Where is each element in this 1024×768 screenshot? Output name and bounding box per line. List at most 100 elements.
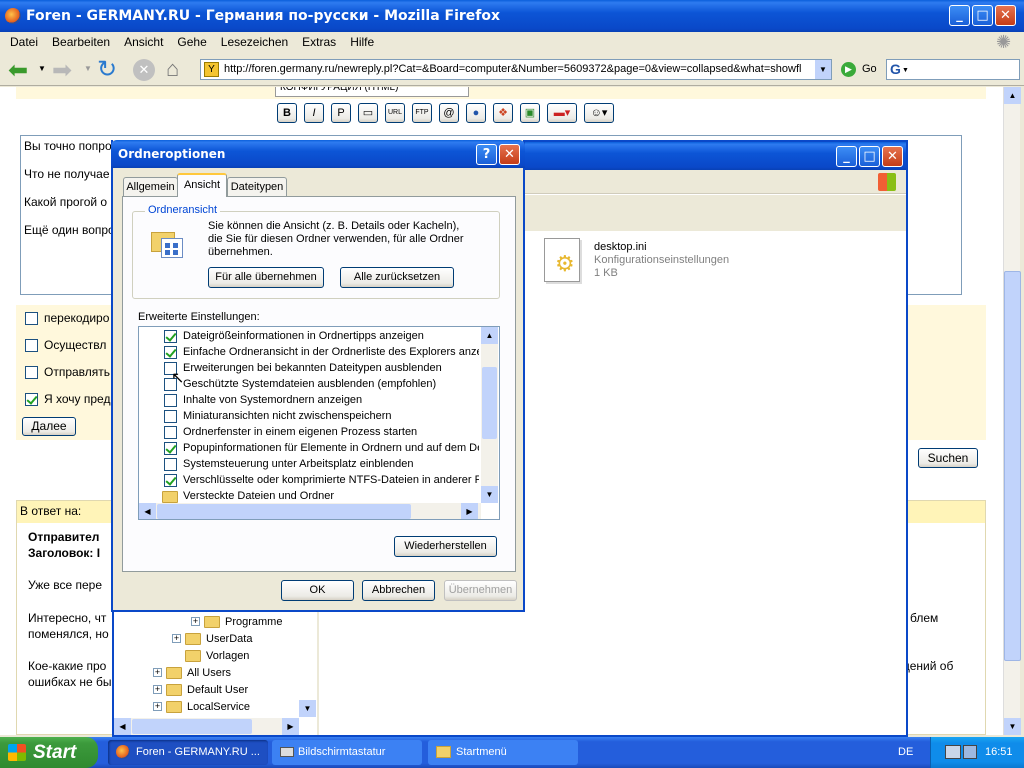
setting-row[interactable]: Dateigrößeinformationen in Ordnertipps a…	[139, 329, 479, 345]
tab-view[interactable]: Ansicht	[177, 173, 227, 197]
setting-row[interactable]: Popupinformationen für Elemente in Ordne…	[139, 441, 479, 457]
tree-hscrollbar[interactable]: ◀ ▶	[114, 718, 299, 735]
settings-hscrollbar[interactable]: ◀ ▶	[139, 503, 481, 519]
paragraph-button[interactable]: P	[331, 103, 351, 123]
expand-icon[interactable]: +	[191, 617, 200, 626]
vscroll-up-arrow[interactable]: ▲	[481, 327, 498, 344]
advanced-settings-list[interactable]: Dateigrößeinformationen in Ordnertipps a…	[138, 326, 500, 520]
forward-icon[interactable]: ➡	[52, 56, 72, 85]
tree-item[interactable]: + LocalService	[114, 699, 314, 715]
expand-icon[interactable]: +	[153, 685, 162, 694]
setting-checkbox[interactable]	[164, 442, 177, 455]
maximize-button[interactable]: □	[972, 5, 993, 26]
vscroll-down-arrow[interactable]: ▼	[481, 486, 498, 503]
scroll-down-arrow[interactable]: ▼	[1004, 718, 1021, 735]
users-icon[interactable]: ❖	[493, 103, 513, 123]
vscroll-thumb[interactable]	[482, 367, 497, 439]
go-label[interactable]: Go	[862, 63, 877, 75]
back-icon[interactable]: ⬅	[8, 56, 28, 85]
image-button[interactable]: ▣	[520, 103, 540, 123]
search-engine-dropdown-icon[interactable]: ▼	[902, 67, 909, 74]
menu-bearbeiten[interactable]: Bearbeiten	[52, 35, 110, 49]
option-checkbox[interactable]	[25, 393, 38, 406]
hscroll-left-arrow[interactable]: ◀	[114, 718, 131, 735]
language-indicator[interactable]: DE	[898, 746, 913, 758]
tree-item[interactable]: Vorlagen	[114, 648, 314, 664]
tree-item[interactable]: + Programme	[114, 614, 314, 630]
expand-icon[interactable]: +	[172, 634, 181, 643]
user-icon[interactable]: ●	[466, 103, 486, 123]
hscroll-thumb[interactable]	[132, 719, 252, 734]
menu-extras[interactable]: Extras	[302, 35, 336, 49]
next-button[interactable]: Далее	[22, 417, 76, 436]
network-icon[interactable]	[945, 745, 961, 759]
setting-row[interactable]: Systemsteuerung unter Arbeitsplatz einbl…	[139, 457, 479, 473]
task-startmenu[interactable]: Startmenü	[428, 740, 578, 765]
restore-defaults-button[interactable]: Wiederherstellen	[394, 536, 497, 557]
back-dropdown-icon[interactable]: ▼	[38, 64, 46, 73]
menu-datei[interactable]: Datei	[10, 35, 38, 49]
reset-all-button[interactable]: Alle zurücksetzen	[340, 267, 454, 288]
hscroll-right-arrow[interactable]: ▶	[461, 503, 478, 519]
scroll-up-arrow[interactable]: ▲	[1004, 87, 1021, 104]
menu-lesezeichen[interactable]: Lesezeichen	[221, 35, 288, 49]
reload-icon[interactable]: ↻	[97, 55, 117, 84]
search-button[interactable]: Suchen	[918, 448, 978, 468]
stop-icon[interactable]: ✕	[133, 59, 155, 81]
setting-row[interactable]: Einfache Ordneransicht in der Ordnerlist…	[139, 345, 479, 361]
smiley-button[interactable]: ☺▾	[584, 103, 614, 123]
display-icon[interactable]	[963, 745, 977, 759]
hscroll-left-arrow[interactable]: ◀	[139, 503, 156, 519]
settings-vscrollbar[interactable]: ▲ ▼	[481, 327, 498, 503]
email-button[interactable]: @	[439, 103, 459, 123]
explorer-minimize-button[interactable]: _	[836, 146, 857, 167]
url-dropdown-icon[interactable]: ▼	[815, 60, 831, 79]
explorer-maximize-button[interactable]: □	[859, 146, 880, 167]
forward-dropdown-icon[interactable]: ▼	[84, 64, 92, 73]
apply-to-all-button[interactable]: Für alle übernehmen	[208, 267, 324, 288]
minimize-button[interactable]: _	[949, 5, 970, 26]
dialog-close-button[interactable]: ✕	[499, 144, 520, 165]
tree-vscrollbar[interactable]: ▼	[299, 700, 316, 717]
hscroll-right-arrow[interactable]: ▶	[282, 718, 299, 735]
scroll-thumb[interactable]	[1004, 271, 1021, 661]
google-icon[interactable]: G	[890, 61, 901, 77]
ok-button[interactable]: OK	[281, 580, 354, 601]
file-item[interactable]: ⚙ desktop.ini Konfigurationseinstellunge…	[542, 236, 762, 286]
setting-checkbox[interactable]	[164, 458, 177, 471]
option-checkbox[interactable]	[25, 339, 38, 352]
go-icon[interactable]: ▶	[841, 62, 856, 77]
home-icon[interactable]: ⌂	[166, 56, 179, 82]
expand-icon[interactable]: +	[153, 668, 162, 677]
hscroll-thumb[interactable]	[157, 504, 411, 519]
italic-button[interactable]: I	[304, 103, 324, 123]
bold-button[interactable]: B	[277, 103, 297, 123]
menu-ansicht[interactable]: Ansicht	[124, 35, 163, 49]
setting-row[interactable]: Verschlüsselte oder komprimierte NTFS-Da…	[139, 473, 479, 489]
page-scrollbar[interactable]: ▲ ▼	[1003, 87, 1021, 735]
explorer-close-button[interactable]: ✕	[882, 146, 903, 167]
setting-folder-row[interactable]: Versteckte Dateien und Ordner	[139, 489, 479, 503]
setting-checkbox[interactable]	[164, 474, 177, 487]
close-button[interactable]: ✕	[995, 5, 1016, 26]
cancel-button[interactable]: Abbrechen	[362, 580, 435, 601]
tree-item[interactable]: + UserData	[114, 631, 314, 647]
option-checkbox[interactable]	[25, 312, 38, 325]
color-button[interactable]: ▬▾	[547, 103, 577, 123]
setting-row[interactable]: Ordnerfenster in einem eigenen Prozess s…	[139, 425, 479, 441]
tab-filetypes[interactable]: Dateitypen	[227, 177, 287, 196]
setting-checkbox[interactable]	[164, 330, 177, 343]
setting-row[interactable]: Inhalte von Systemordnern anzeigen	[139, 393, 479, 409]
task-firefox[interactable]: Foren - GERMANY.RU ...	[108, 740, 268, 765]
menu-gehe[interactable]: Gehe	[177, 35, 206, 49]
setting-checkbox[interactable]	[164, 346, 177, 359]
tree-item[interactable]: + All Users	[114, 665, 314, 681]
task-osk[interactable]: Bildschirmtastatur	[272, 740, 422, 765]
dialog-titlebar[interactable]: Ordneroptionen ? ✕	[111, 140, 525, 168]
start-button[interactable]: Start	[0, 737, 98, 768]
setting-checkbox[interactable]	[164, 394, 177, 407]
firefox-titlebar[interactable]: Foren - GERMANY.RU - Германия по-русски …	[0, 0, 1024, 32]
quote-button[interactable]: ▭	[358, 103, 378, 123]
tab-general[interactable]: Allgemein	[123, 177, 178, 196]
apply-button[interactable]: Übernehmen	[444, 580, 517, 601]
